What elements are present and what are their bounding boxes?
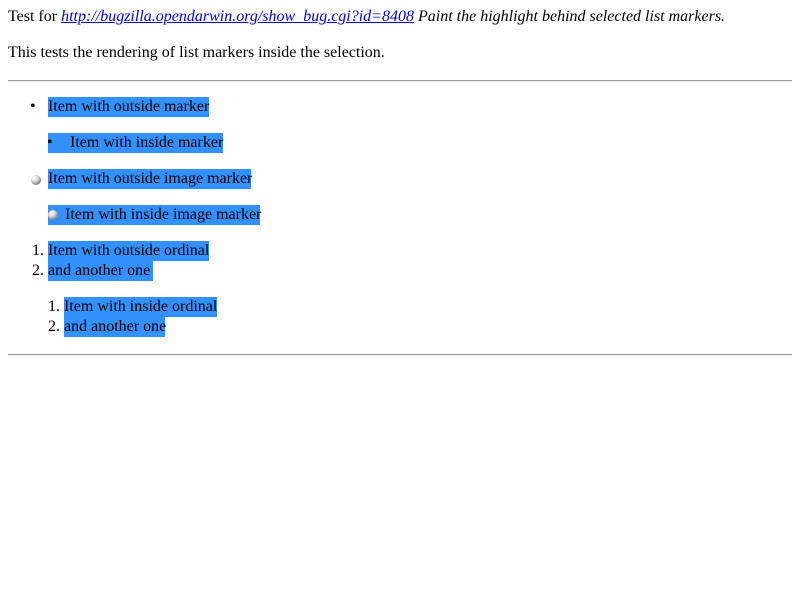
intro-prefix: Test for	[8, 8, 62, 25]
ordinal-marker: 2.	[48, 318, 60, 335]
list-item-text: Item with inside image marker	[65, 206, 262, 223]
top-divider	[8, 80, 792, 82]
ordinal-marker: 2.	[32, 262, 44, 279]
intro-suffix: Paint the highlight behind selected list…	[413, 8, 726, 25]
list-item-text: Item with inside ordinal	[64, 298, 218, 315]
bottom-divider	[8, 354, 792, 356]
test-intro: Test for http://bugzilla.opendarwin.org/…	[8, 7, 725, 27]
list-item-text: and another one	[48, 262, 151, 279]
bullet-marker: •	[47, 134, 53, 151]
list-item-text: Item with inside marker	[70, 134, 224, 151]
sphere-bullet-icon	[48, 210, 58, 220]
test-description: This tests the rendering of list markers…	[8, 44, 385, 61]
list-item-text: Item with outside image marker	[48, 170, 253, 187]
bullet-marker: •	[30, 98, 36, 115]
ordinal-marker: 1.	[48, 298, 60, 315]
ordinal-marker: 1.	[32, 242, 44, 259]
list-item-text: and another one	[64, 318, 167, 335]
list-item-text: Item with outside ordinal	[48, 242, 210, 259]
sphere-bullet-icon	[31, 175, 41, 185]
bugzilla-link[interactable]: http://bugzilla.opendarwin.org/show_bug.…	[61, 8, 414, 25]
list-item-text: Item with outside marker	[48, 98, 210, 115]
